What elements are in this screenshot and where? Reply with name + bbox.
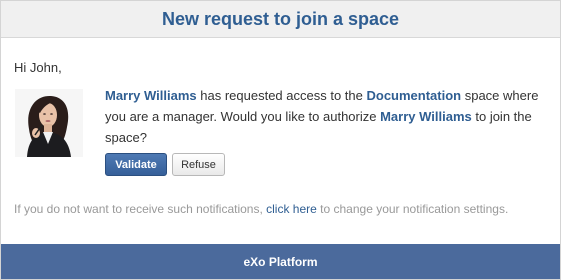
user-avatar [15,89,83,157]
avatar-portrait-image [15,89,83,157]
requester-link[interactable]: Marry Williams [105,88,197,103]
settings-link[interactable]: click here [266,202,317,216]
requester-link-2[interactable]: Marry Williams [380,109,472,124]
space-link[interactable]: Documentation [366,88,461,103]
message-part1: has requested access to the [196,88,367,103]
footer-brand: eXo Platform [243,254,318,269]
email-footer: eXo Platform [1,244,560,279]
request-message: Marry Williams has requested access to t… [105,85,547,148]
email-body: Hi John, Marry Williams has requested ac… [1,38,560,217]
notification-email: New request to join a space Hi John, Mar… [0,0,561,280]
request-actions: Validate Refuse [105,153,547,176]
email-header: New request to join a space [1,1,560,38]
request-row: Marry Williams has requested access to t… [14,88,547,176]
note-before: If you do not want to receive such notif… [14,202,267,216]
refuse-button[interactable]: Refuse [172,153,225,176]
note-after: to change your notification settings. [316,202,509,216]
request-message-block: Marry Williams has requested access to t… [105,88,547,176]
validate-button[interactable]: Validate [105,153,167,176]
email-title: New request to join a space [161,8,400,29]
greeting: Hi John, [14,60,62,75]
notification-settings-note: If you do not want to receive such notif… [14,201,547,217]
